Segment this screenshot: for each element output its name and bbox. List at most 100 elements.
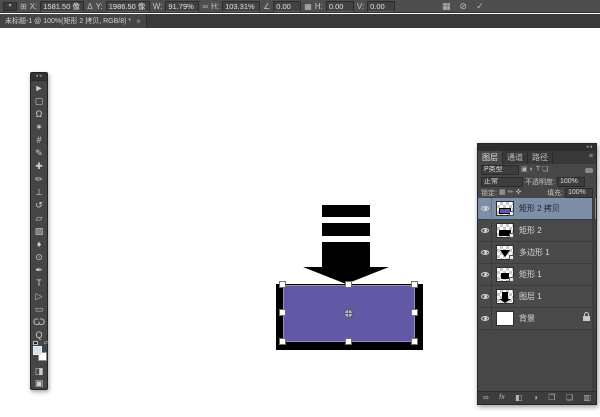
visibility-toggle[interactable] [478, 198, 492, 220]
transform-reference-point[interactable] [344, 309, 353, 318]
opacity-select[interactable]: 100% [557, 177, 585, 187]
eyedropper-tool[interactable]: ✎ [31, 147, 47, 159]
rotation-field[interactable]: 0.00 [273, 1, 301, 12]
height-scale-field[interactable]: 103.31% [222, 1, 260, 12]
add-layer-mask-icon[interactable]: ◧ [515, 392, 523, 404]
transform-handle-bottom-left[interactable] [279, 338, 286, 345]
layer-thumbnail[interactable] [496, 245, 514, 260]
color-swatches: ⇄ [31, 341, 49, 365]
new-layer-icon[interactable]: ❏ [566, 392, 573, 404]
transform-handle-middle-right[interactable] [411, 309, 418, 316]
lasso-tool[interactable]: Ω [31, 108, 47, 120]
delete-layer-icon[interactable]: ▥ [583, 392, 591, 404]
layer-thumbnail[interactable] [496, 289, 514, 304]
photoshop-window: ▾ ⊞ X: 1581.50 像 Δ Y: 1986.50 像 W: 91.79… [0, 0, 600, 417]
width-scale-field[interactable]: 91.79% [165, 1, 199, 12]
layer-row-background[interactable]: 背景 [478, 308, 596, 330]
document-tab[interactable]: 未标题-1 @ 100%(矩形 2 拷贝, RGB/8) * × [0, 14, 147, 28]
layer-thumbnail[interactable] [496, 267, 514, 282]
arrow-bar-1 [322, 205, 370, 217]
layer-style-icon[interactable]: fx [499, 392, 504, 404]
tab-channels[interactable]: 通道 [503, 151, 528, 164]
v-skew-field[interactable]: 0.00 [367, 1, 395, 12]
layer-row-rectangle-1[interactable]: 矩形 1 [478, 264, 596, 286]
healing-brush-tool[interactable]: ✚ [31, 160, 47, 172]
visibility-toggle[interactable] [478, 308, 492, 330]
dodge-tool[interactable]: ⊙ [31, 251, 47, 263]
h-skew-field[interactable]: 0.00 [326, 1, 354, 12]
crop-tool[interactable]: # [31, 134, 47, 146]
shape-tool[interactable]: ▭ [31, 303, 47, 315]
reference-point-locator-icon[interactable]: ⊞ [20, 1, 27, 12]
maintain-aspect-ratio-icon[interactable]: ∞ [202, 1, 208, 12]
filter-type-layers-icon[interactable]: T [536, 165, 540, 175]
pen-tool[interactable]: ✒ [31, 264, 47, 276]
blend-mode-select[interactable]: 正常 [481, 177, 523, 187]
hand-tool[interactable]: Ѡ [31, 316, 47, 328]
layer-row-rectangle-2-copy[interactable]: 矩形 2 拷贝 [478, 198, 596, 220]
panel-scrollbar[interactable] [592, 198, 595, 393]
h-skew-label: H: [315, 1, 323, 12]
filter-toggle-switch[interactable] [585, 168, 593, 173]
default-colors-icon[interactable] [33, 341, 38, 345]
panel-menu-icon[interactable]: ≡ [589, 151, 596, 164]
swap-colors-icon[interactable]: ⇄ [44, 341, 48, 346]
path-selection-tool[interactable]: ▷ [31, 290, 47, 302]
lock-pixels-icon[interactable]: ✏ [508, 188, 514, 198]
vector-mask-badge [509, 211, 514, 216]
toolbar-collapse-grip[interactable]: ◂◂ [31, 73, 47, 81]
transform-handle-bottom-center[interactable] [345, 338, 352, 345]
layer-thumbnail[interactable] [496, 201, 514, 216]
filter-pixel-layers-icon[interactable]: ▣ [521, 165, 528, 175]
layer-name: 矩形 2 拷贝 [519, 203, 560, 214]
cancel-transform-icon[interactable]: ⊘ [460, 1, 468, 12]
transform-handle-bottom-right[interactable] [411, 338, 418, 345]
x-position-field[interactable]: 1581.50 像 [40, 1, 84, 12]
lock-transparent-icon[interactable]: ▦ [499, 188, 506, 198]
filter-kind-select[interactable]: P类型 [481, 165, 519, 175]
transform-handle-top-right[interactable] [411, 281, 418, 288]
eraser-tool[interactable]: ▱ [31, 212, 47, 224]
transform-handle-top-left[interactable] [279, 281, 286, 288]
filter-shape-layers-icon[interactable]: ❏ [542, 165, 548, 175]
transform-handle-top-center[interactable] [345, 281, 352, 288]
move-tool[interactable]: ► [31, 82, 47, 94]
foreground-color-swatch[interactable] [33, 346, 42, 355]
tool-preset-picker[interactable]: ▾ [3, 2, 17, 11]
link-layers-icon[interactable]: ∞ [483, 392, 489, 404]
visibility-toggle[interactable] [478, 264, 492, 286]
visibility-toggle[interactable] [478, 220, 492, 242]
layer-row-polygon-1[interactable]: 多边形 1 [478, 242, 596, 264]
layer-row-rectangle-2[interactable]: 矩形 2 [478, 220, 596, 242]
magic-wand-tool[interactable]: ✶ [31, 121, 47, 133]
lock-position-icon[interactable]: ✜ [515, 188, 521, 198]
blur-tool[interactable]: ♦ [31, 238, 47, 250]
transform-handle-middle-left[interactable] [279, 309, 286, 316]
warp-mode-toggle-icon[interactable]: ▦ [442, 1, 451, 12]
history-brush-tool[interactable]: ↺ [31, 199, 47, 211]
adjustment-layer-icon[interactable]: ◑ [533, 392, 538, 404]
eye-icon [481, 294, 489, 299]
new-group-icon[interactable]: ❐ [548, 392, 555, 404]
layer-row-layer-1[interactable]: 图层 1 [478, 286, 596, 308]
gradient-tool[interactable]: ▨ [31, 225, 47, 237]
panel-collapse-grip[interactable]: ◂◂ [478, 144, 596, 151]
screen-mode-button[interactable]: ▣ [31, 377, 47, 389]
y-position-field[interactable]: 1986.50 像 [106, 1, 150, 12]
close-icon[interactable]: × [136, 17, 141, 26]
visibility-toggle[interactable] [478, 242, 492, 264]
brush-tool[interactable]: ✏ [31, 173, 47, 185]
filter-adjustment-layers-icon[interactable]: ◐ [530, 165, 534, 175]
quick-mask-button[interactable]: ◨ [31, 365, 47, 377]
type-tool[interactable]: T [31, 277, 47, 289]
marquee-tool[interactable]: ▢ [31, 95, 47, 107]
visibility-toggle[interactable] [478, 286, 492, 308]
tab-layers[interactable]: 图层 [478, 151, 503, 164]
tab-paths[interactable]: 路径 [528, 151, 553, 164]
layer-thumbnail[interactable] [496, 311, 514, 326]
layer-thumbnail[interactable] [496, 223, 514, 238]
relative-position-delta-icon[interactable]: Δ [87, 1, 92, 12]
fill-select[interactable]: 100% [565, 188, 593, 198]
commit-transform-icon[interactable]: ✓ [476, 1, 484, 12]
clone-stamp-tool[interactable]: ⊥ [31, 186, 47, 198]
